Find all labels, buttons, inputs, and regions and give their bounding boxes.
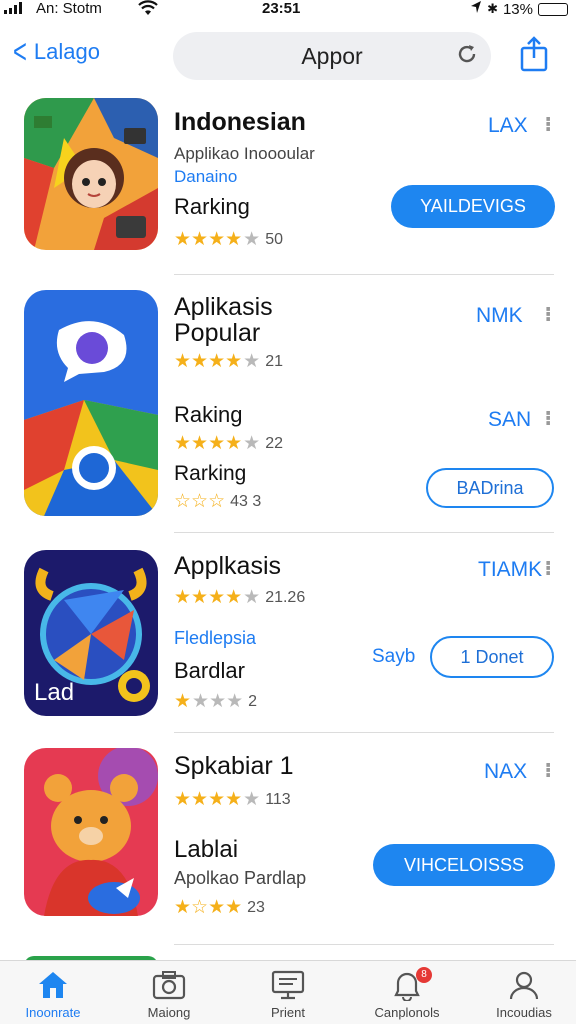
app-tag[interactable]: LAX: [488, 114, 528, 138]
home-icon: [0, 967, 108, 1003]
star-rating: ★★★★ ★ 21.26: [174, 587, 306, 608]
monitor-icon: [233, 967, 343, 1003]
app-label: Rarking: [174, 194, 250, 219]
back-button[interactable]: < Lalago: [10, 33, 100, 71]
cellular-signal-icon: [4, 2, 22, 14]
app-icon-logo-text: Lad: [34, 679, 74, 706]
share-icon: [520, 36, 548, 72]
rating-count: 22: [265, 434, 283, 452]
star-rating: ★☆★★ 23: [174, 897, 265, 918]
star-rating: ★★★★ ★ 22: [174, 433, 283, 454]
star-rating: ★★★★ ★ 21: [174, 351, 283, 372]
rating-count: 2: [248, 692, 258, 710]
app-title-line-2: Popular: [174, 319, 261, 347]
divider: [174, 274, 554, 275]
list-item[interactable]: Aplikasis Popular ★★★★ ★ 21 Raking ★★★★ ★ 22…: [0, 290, 576, 534]
bluetooth-icon: ✱: [487, 1, 498, 16]
wifi-icon: [138, 0, 158, 19]
clock: 23:51: [262, 0, 301, 17]
rating-count: 113: [265, 790, 291, 808]
app-tag[interactable]: TIAMK: [478, 558, 542, 582]
divider: [174, 532, 554, 533]
tab-bar: Inoonrate Maiong Prient 8 Canplonols Inc…: [0, 960, 576, 1024]
rating-count: 50: [265, 230, 283, 248]
search-field-text: Appor: [301, 42, 363, 69]
app-label: Lablai: [174, 836, 239, 863]
reload-icon[interactable]: [455, 42, 479, 73]
battery-percent: 13%: [502, 0, 533, 18]
divider: [174, 732, 554, 733]
bell-icon: [352, 967, 462, 1003]
more-options-icon[interactable]: ⁝: [544, 302, 552, 327]
app-subtitle: Apolkao Pardlap: [174, 868, 307, 888]
star-rating: ★★★★ ★ 50: [174, 229, 283, 250]
open-button[interactable]: BADrina: [426, 468, 554, 508]
rating-count: 21: [265, 352, 283, 370]
rating-count: 43 3: [230, 492, 262, 510]
divider: [174, 944, 554, 945]
star-rating: ★ ★★★ 2: [174, 691, 258, 712]
app-title: Spkabiar 1: [174, 752, 294, 780]
profile-icon: [469, 967, 576, 1003]
app-subtitle: Applikao Inoooular: [174, 144, 315, 163]
more-options-icon[interactable]: ⁝: [544, 406, 552, 431]
tab-label: Canplonols: [374, 1005, 440, 1020]
list-item[interactable]: Lad Applkasis ★★★★ ★ 21.26 Fledlepsia Bard…: [0, 548, 576, 734]
app-tag[interactable]: NAX: [484, 760, 527, 784]
tab-label: Prient: [271, 1005, 305, 1020]
tab-home[interactable]: Inoonrate: [0, 967, 108, 1020]
app-tag[interactable]: Sayb: [372, 646, 415, 668]
tab-label: Inoonrate: [25, 1005, 81, 1020]
star-rating: ☆☆☆ 43 3: [174, 491, 262, 512]
list-item[interactable]: Indonesian Applikao Inoooular Danaino Ra…: [0, 98, 576, 276]
get-button[interactable]: YAILDEVIGS: [391, 185, 555, 228]
notification-badge: 8: [416, 967, 432, 983]
back-button-label: Lalago: [33, 39, 100, 64]
app-title: Applkasis: [174, 552, 281, 580]
app-tag[interactable]: NMK: [476, 304, 523, 328]
status-bar: An: Stotm 23:51 ✱ 13%: [0, 0, 576, 18]
app-label: Bardlar: [174, 658, 245, 683]
app-icon-chat-browser[interactable]: [24, 290, 158, 516]
rating-count: 21.26: [265, 588, 306, 606]
download-button[interactable]: 1 Donet: [430, 636, 554, 678]
app-icon-bear[interactable]: [24, 748, 158, 916]
location-arrow-icon: [470, 0, 482, 18]
search-field[interactable]: Appor: [173, 32, 491, 80]
app-title: Aplikasis Popular: [174, 294, 273, 346]
app-label: Rarking: [174, 462, 247, 485]
app-category: Danaino: [174, 167, 238, 186]
tab-profile[interactable]: Incoudias: [469, 967, 576, 1020]
tab-label: Incoudias: [496, 1005, 552, 1020]
tab-notifications[interactable]: 8 Canplonols: [352, 967, 462, 1020]
chevron-left-icon: <: [12, 33, 27, 71]
app-tag[interactable]: SAN: [488, 408, 531, 432]
more-options-icon[interactable]: ⁝: [544, 112, 552, 137]
tab-camera[interactable]: Maiong: [114, 967, 224, 1020]
more-options-icon[interactable]: ⁝: [544, 758, 552, 783]
get-button[interactable]: VIHCELOISSS: [373, 844, 555, 886]
app-title-line-1: Aplikasis: [174, 293, 273, 321]
app-title: Indonesian: [174, 108, 306, 136]
app-label: Raking: [174, 402, 243, 427]
tab-monitor[interactable]: Prient: [233, 967, 343, 1020]
battery-icon: [538, 2, 568, 16]
rating-count: 23: [247, 898, 265, 916]
list-item[interactable]: Spkabiar 1 ★★★★ ★ 113 Lablai Apolkao Pardl…: [0, 748, 576, 948]
tab-label: Maiong: [147, 1005, 191, 1020]
carrier-name: An: Stotm: [36, 0, 102, 17]
star-rating: ★★★★ ★ 113: [174, 789, 291, 810]
app-icon-cartoon-girl[interactable]: [24, 98, 158, 250]
app-category: Fledlepsia: [174, 628, 257, 648]
camera-icon: [114, 967, 224, 1003]
navigation-bar: < Lalago Appor: [0, 28, 576, 84]
more-options-icon[interactable]: ⁝: [544, 556, 552, 581]
share-button[interactable]: [518, 36, 550, 72]
app-icon-compass[interactable]: Lad: [24, 550, 158, 716]
